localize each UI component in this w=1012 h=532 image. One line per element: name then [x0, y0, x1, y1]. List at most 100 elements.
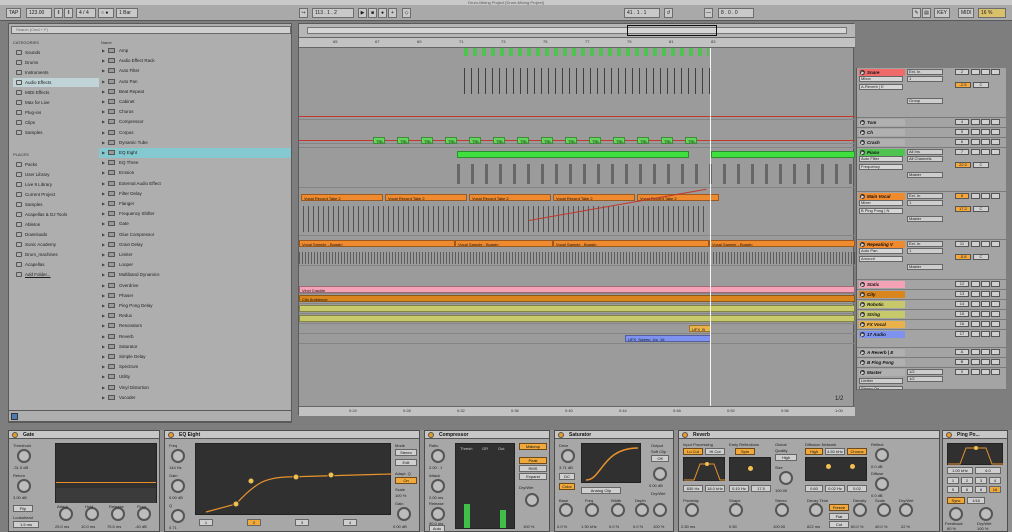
place-current-project[interactable]: Current Project — [13, 190, 99, 199]
vinyl-crackle-clip[interactable]: Vinyl Crackle — [299, 286, 855, 293]
shape-knob[interactable] — [729, 503, 743, 517]
monitor-button[interactable] — [991, 193, 1000, 199]
attack-knob[interactable] — [431, 479, 445, 493]
solo-button[interactable] — [971, 241, 980, 247]
vocal-sample-clip[interactable]: Vocal Sample - Buggin — [299, 240, 455, 247]
place-drum-machines[interactable]: Drum_machines — [13, 250, 99, 259]
delay-beat-button[interactable]: 2 — [961, 477, 973, 484]
expand-arrow-icon[interactable]: ▶ — [102, 171, 105, 175]
expand-arrow-icon[interactable]: ▶ — [102, 181, 105, 186]
solo-button[interactable] — [971, 193, 980, 199]
track-value[interactable]: C — [973, 82, 989, 88]
dc-button[interactable]: DC — [559, 473, 575, 480]
monitor-button[interactable] — [991, 369, 1000, 375]
browser-item[interactable]: ▶ Vinyl Distortion — [99, 383, 291, 393]
solo-button[interactable] — [971, 321, 980, 327]
search-input[interactable]: Search (Cmd + F) — [11, 26, 291, 34]
release-knob[interactable] — [111, 507, 125, 521]
spin-button[interactable]: Spin — [735, 448, 755, 455]
track-b-ping-pong[interactable]: ▶ B Ping Pong B — [857, 358, 1007, 368]
arm-button[interactable] — [981, 291, 990, 297]
expand-arrow-icon[interactable]: ▶ — [102, 365, 105, 369]
vocal-take-clip[interactable]: Vocal Record Take 2 — [637, 194, 719, 201]
eq-display[interactable] — [195, 443, 392, 515]
lane-static[interactable]: Vinyl Crackle — [299, 266, 855, 294]
chorus-rate[interactable]: 0.02 Hz — [825, 485, 845, 492]
track-name[interactable]: ▶ 17 Audio — [859, 331, 905, 338]
delay-width[interactable]: 6.0 — [975, 467, 1001, 474]
expand-arrow-icon[interactable]: ▶ — [102, 120, 105, 124]
lane-city[interactable]: City Ambience — [299, 294, 855, 304]
lane-17-audio[interactable]: UFX_Sweep_Up_16 — [299, 334, 855, 344]
browser-item[interactable]: ▶ Overdrive — [99, 281, 291, 291]
draw-mode-icon[interactable]: ✎ — [912, 8, 921, 18]
arm-button[interactable] — [981, 193, 990, 199]
place-samples[interactable]: Samples — [13, 200, 99, 209]
expand-arrow-icon[interactable]: ▶ — [102, 202, 105, 206]
size-knob[interactable] — [779, 471, 793, 485]
track-name[interactable]: ▶ B Ping Pong — [859, 359, 905, 366]
cut-button[interactable]: Cut — [829, 521, 849, 528]
monitor-button[interactable] — [991, 241, 1000, 247]
expand-arrow-icon[interactable]: ▶ — [102, 212, 105, 216]
flip-button[interactable]: Flip — [13, 505, 33, 512]
waveshape-menu[interactable]: Analog Clip — [581, 487, 621, 494]
input-channel-menu[interactable]: 1 — [907, 200, 943, 206]
midi-map-button[interactable]: MIDI — [958, 8, 974, 18]
fold-icon[interactable]: ▶ — [860, 292, 865, 297]
track-name[interactable]: ▶ Master — [859, 369, 905, 376]
drywet-knob[interactable] — [653, 503, 667, 517]
lane-main-vocal[interactable]: Vocal Record Take 2 Vocal Record Take 2 Vo… — [299, 188, 855, 236]
track-name[interactable]: ▶ Tom — [859, 119, 905, 126]
browser-item[interactable]: ▶ Amp — [99, 46, 291, 56]
expand-arrow-icon[interactable]: ▶ — [102, 59, 105, 63]
expand-arrow-icon[interactable]: ▶ — [102, 222, 105, 226]
expand-arrow-icon[interactable]: ▶ — [102, 263, 105, 267]
trl-clip[interactable]: TRL — [397, 137, 409, 144]
diffusion-freq[interactable]: 4.50 kHz — [825, 448, 845, 455]
fold-icon[interactable]: ▶ — [860, 130, 865, 135]
edit-button[interactable]: Edit — [395, 459, 417, 466]
browser-item[interactable]: ▶ Erosion — [99, 168, 291, 178]
scale-knob[interactable] — [877, 503, 891, 517]
track-piano[interactable]: ▶ Piano 7 All Ins All Channels — [857, 148, 1007, 192]
scale-value[interactable]: 100 % — [395, 493, 406, 498]
solo-button[interactable] — [971, 129, 980, 135]
device-param-menu[interactable]: Mixer — [859, 200, 903, 206]
attack-knob[interactable] — [59, 507, 73, 521]
browser-item[interactable]: ▶ Compressor — [99, 117, 291, 127]
input-type-menu[interactable]: Ext. In — [907, 69, 943, 75]
arm-button[interactable] — [981, 311, 990, 317]
eq-band-button[interactable]: 2 — [247, 519, 261, 526]
monitor-button[interactable] — [991, 311, 1000, 317]
delay-beat-button[interactable]: 3 — [975, 477, 987, 484]
hi-cut-freq[interactable]: 18.0 kHz — [705, 485, 725, 492]
fold-icon[interactable]: ▶ — [860, 350, 865, 355]
expand-arrow-icon[interactable]: ▶ — [102, 314, 105, 318]
piano-clip[interactable] — [457, 151, 689, 158]
master-menu[interactable]: Master — [907, 172, 943, 178]
track-string[interactable]: ▶ String 15 — [857, 310, 1007, 320]
fold-icon[interactable]: ▶ — [860, 332, 865, 337]
place-live-8-library[interactable]: Live 8 Library — [13, 180, 99, 189]
track-name[interactable]: ▶ Repeating V — [859, 241, 905, 248]
master-menu[interactable]: Master — [907, 216, 943, 222]
monitor-button[interactable] — [991, 281, 1000, 287]
arrangement-position-field[interactable]: 113 . 1 . 2 — [312, 8, 354, 18]
track-number[interactable]: A — [955, 349, 969, 355]
time-signature-field[interactable]: 4 / 4 — [76, 8, 96, 18]
browser-item[interactable]: ▶ Redux — [99, 311, 291, 321]
expand-arrow-icon[interactable]: ▶ — [102, 89, 105, 94]
device-param-menu[interactable]: Amount — [859, 256, 903, 262]
solo-button[interactable] — [971, 301, 980, 307]
power-icon[interactable] — [168, 432, 174, 438]
fold-icon[interactable]: ▶ — [860, 322, 865, 327]
input-type-menu[interactable]: Ext. In — [907, 193, 943, 199]
arm-button[interactable] — [981, 281, 990, 287]
high-button[interactable]: High — [805, 448, 823, 455]
feedback-knob[interactable] — [949, 507, 963, 521]
device-param-menu[interactable]: Auto Pan — [859, 248, 903, 254]
browser-item[interactable]: ▶ Auto Pan — [99, 77, 291, 87]
browser-item[interactable]: ▶ Saturator — [99, 342, 291, 352]
mode-menu[interactable]: Stereo — [395, 449, 417, 456]
